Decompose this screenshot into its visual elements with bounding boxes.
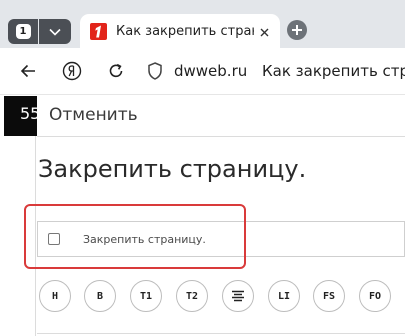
format-button-t2[interactable]: T2 [176,280,208,312]
arrow-left-icon [20,64,35,78]
chevron-down-icon [49,28,61,36]
content-bottom-border [37,333,405,334]
format-button-fo[interactable]: FO [359,280,391,312]
format-button-fs[interactable]: FS [313,280,345,312]
plus-icon [292,25,302,35]
yandex-logo-icon [62,61,82,81]
address-page-heading[interactable]: Как закрепить стран [262,60,405,82]
tab-list-dropdown[interactable] [39,19,71,44]
page-title: Закрепить страницу. [38,155,307,183]
back-button[interactable] [18,61,38,81]
shield-icon[interactable] [145,61,165,81]
format-button-li[interactable]: LI [268,280,300,312]
favicon-one-icon [95,25,101,38]
format-button-align[interactable] [222,280,254,312]
new-tab-button[interactable] [287,20,307,40]
tab-title: Как закрепить страни [116,24,254,39]
close-icon [260,28,268,36]
site-favicon [90,23,107,40]
left-edge-text: 55 [20,104,37,123]
reload-button[interactable] [106,61,126,81]
tab-close-button[interactable] [257,23,271,41]
cancel-button[interactable]: Отменить [49,104,138,126]
address-domain[interactable]: dwweb.ru [174,60,247,82]
yandex-button[interactable] [62,61,82,81]
format-button-h[interactable]: H [39,280,71,312]
highlight-frame [24,204,246,269]
tab-counter-button[interactable]: 1 [8,19,38,44]
format-button-t1[interactable]: T1 [130,280,162,312]
tab-count: 1 [15,24,31,39]
text-align-icon [232,290,244,302]
reload-icon [109,63,123,78]
format-button-b[interactable]: B [84,280,116,312]
